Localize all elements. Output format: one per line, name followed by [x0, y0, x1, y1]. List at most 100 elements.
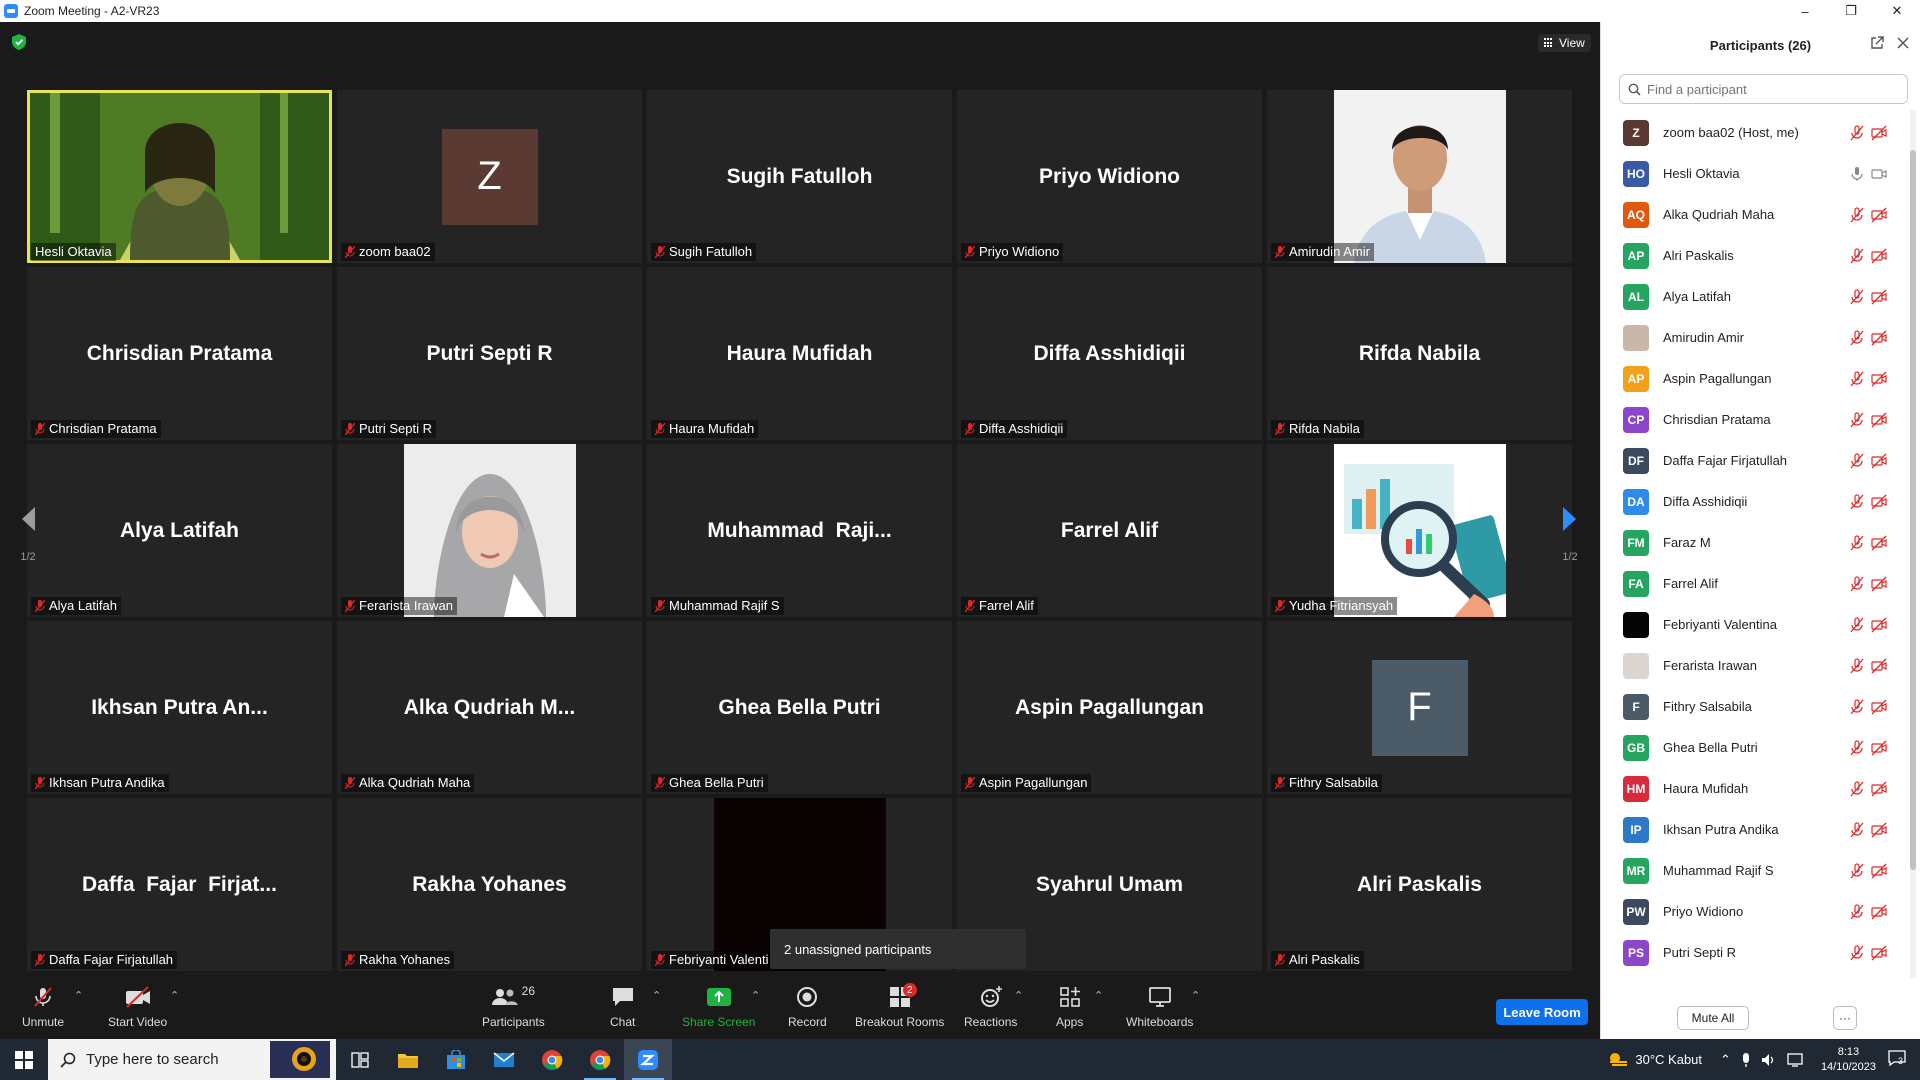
- taskbar-clock[interactable]: 8:13 14/10/2023: [1821, 1045, 1876, 1075]
- reactions-options-caret[interactable]: ⌃: [1014, 989, 1023, 1002]
- zoom-taskbar-button[interactable]: [624, 1039, 672, 1080]
- video-tile[interactable]: Ikhsan Putra An... Ikhsan Putra Andika: [27, 621, 332, 794]
- leave-room-button[interactable]: Leave Room: [1496, 999, 1588, 1025]
- security-shield-icon[interactable]: [12, 34, 26, 50]
- muted-mic-icon[interactable]: [1849, 617, 1865, 633]
- minimize-button[interactable]: –: [1782, 0, 1828, 22]
- microphone-tray-icon[interactable]: [1741, 1052, 1751, 1068]
- video-tile[interactable]: Sugih Fatulloh Sugih Fatulloh: [647, 90, 952, 263]
- video-off-icon[interactable]: [1871, 453, 1887, 469]
- video-options-caret[interactable]: ⌃: [170, 989, 179, 1002]
- taskbar-search-box[interactable]: Type here to search: [48, 1039, 336, 1080]
- record-button[interactable]: Record: [788, 985, 827, 1029]
- video-tile[interactable]: Zzoom baa02: [337, 90, 642, 263]
- muted-mic-icon[interactable]: [1849, 576, 1865, 592]
- video-tile[interactable]: Priyo Widiono Priyo Widiono: [957, 90, 1262, 263]
- muted-mic-icon[interactable]: [1849, 494, 1865, 510]
- participant-list-item[interactable]: AL Alya Latifah: [1601, 276, 1906, 317]
- more-options-button[interactable]: ···: [1833, 1006, 1857, 1030]
- video-off-icon[interactable]: [1871, 822, 1887, 838]
- prev-page-button[interactable]: 1/2: [8, 488, 48, 580]
- weather-text[interactable]: 30°C Kabut: [1635, 1052, 1702, 1067]
- video-off-icon[interactable]: [1871, 617, 1887, 633]
- participant-search-box[interactable]: [1619, 74, 1908, 104]
- store-button[interactable]: [432, 1039, 480, 1080]
- participant-search-input[interactable]: [1647, 81, 1897, 97]
- video-tile[interactable]: Ferarista Irawan: [337, 444, 642, 617]
- video-off-icon[interactable]: [1871, 699, 1887, 715]
- participant-list-item[interactable]: Amirudin Amir: [1601, 317, 1906, 358]
- video-off-icon[interactable]: [1871, 740, 1887, 756]
- participant-list-item[interactable]: PS Putri Septi R: [1601, 932, 1906, 973]
- video-off-icon[interactable]: [1871, 289, 1887, 305]
- video-off-icon[interactable]: [1871, 125, 1887, 141]
- muted-mic-icon[interactable]: [1849, 371, 1865, 387]
- video-tile[interactable]: Hesli Oktavia: [27, 90, 332, 263]
- video-tile[interactable]: Putri Septi R Putri Septi R: [337, 267, 642, 440]
- video-off-icon[interactable]: [1871, 412, 1887, 428]
- video-tile[interactable]: Daffa Fajar Firjat... Daffa Fajar Firjatu…: [27, 798, 332, 971]
- video-tile[interactable]: Diffa Asshidiqii Diffa Asshidiqii: [957, 267, 1262, 440]
- notifications-button[interactable]: 3: [1888, 1050, 1906, 1069]
- muted-mic-icon[interactable]: [1849, 904, 1865, 920]
- participant-list-item[interactable]: AQ Alka Qudriah Maha: [1601, 194, 1906, 235]
- muted-mic-icon[interactable]: [1849, 740, 1865, 756]
- video-off-icon[interactable]: [1871, 248, 1887, 264]
- participant-list-item[interactable]: CP Chrisdian Pratama: [1601, 399, 1906, 440]
- mail-button[interactable]: [480, 1039, 528, 1080]
- participant-list-scrollbar[interactable]: [1910, 110, 1916, 978]
- video-off-icon[interactable]: [1871, 945, 1887, 961]
- start-button[interactable]: [0, 1039, 48, 1080]
- video-tile[interactable]: Amirudin Amir: [1267, 90, 1572, 263]
- reactions-button[interactable]: Reactions: [964, 985, 1017, 1029]
- participant-list-item[interactable]: FM Faraz M: [1601, 522, 1906, 563]
- view-button[interactable]: View: [1538, 34, 1591, 52]
- muted-mic-icon[interactable]: [1849, 125, 1865, 141]
- video-off-icon[interactable]: [1871, 781, 1887, 797]
- video-off-icon[interactable]: [1871, 863, 1887, 879]
- participant-list-item[interactable]: MR Muhammad Rajif S: [1601, 850, 1906, 891]
- network-icon[interactable]: [1787, 1052, 1805, 1068]
- next-page-button[interactable]: 1/2: [1550, 488, 1590, 580]
- mute-all-button[interactable]: Mute All: [1677, 1006, 1749, 1030]
- whiteboards-button[interactable]: Whiteboards: [1126, 985, 1193, 1029]
- apps-button[interactable]: Apps: [1056, 985, 1083, 1029]
- show-hidden-icons[interactable]: ⌃: [1720, 1052, 1731, 1068]
- participant-list-item[interactable]: HM Haura Mufidah: [1601, 768, 1906, 809]
- participant-list-item[interactable]: DF Daffa Fajar Firjatullah: [1601, 440, 1906, 481]
- video-icon[interactable]: [1871, 166, 1887, 182]
- scrollbar-thumb[interactable]: [1910, 150, 1916, 870]
- restore-button[interactable]: ❐: [1828, 0, 1874, 22]
- participant-list-item[interactable]: GB Ghea Bella Putri: [1601, 727, 1906, 768]
- breakout-rooms-button[interactable]: 2 Breakout Rooms: [855, 983, 944, 1029]
- pop-out-icon[interactable]: [1870, 36, 1884, 50]
- participants-button[interactable]: 26 Participants: [482, 984, 545, 1029]
- volume-icon[interactable]: [1761, 1052, 1777, 1068]
- video-tile[interactable]: Muhammad Raji... Muhammad Rajif S: [647, 444, 952, 617]
- muted-mic-icon[interactable]: [1849, 248, 1865, 264]
- video-tile[interactable]: F Fithry Salsabila: [1267, 621, 1572, 794]
- video-tile[interactable]: Ghea Bella Putri Ghea Bella Putri: [647, 621, 952, 794]
- muted-mic-icon[interactable]: [1849, 863, 1865, 879]
- video-off-icon[interactable]: [1871, 535, 1887, 551]
- participant-list-item[interactable]: AP Alri Paskalis: [1601, 235, 1906, 276]
- video-tile[interactable]: Alri Paskalis Alri Paskalis: [1267, 798, 1572, 971]
- video-tile[interactable]: Aspin Pagallungan Aspin Pagallungan: [957, 621, 1262, 794]
- close-panel-icon[interactable]: [1896, 36, 1910, 50]
- muted-mic-icon[interactable]: [1849, 699, 1865, 715]
- participant-list-item[interactable]: FA Farrel Alif: [1601, 563, 1906, 604]
- share-options-caret[interactable]: ⌃: [751, 989, 760, 1002]
- muted-mic-icon[interactable]: [1849, 781, 1865, 797]
- muted-mic-icon[interactable]: [1849, 535, 1865, 551]
- video-tile[interactable]: Alka Qudriah M... Alka Qudriah Maha: [337, 621, 642, 794]
- video-off-icon[interactable]: [1871, 576, 1887, 592]
- video-tile[interactable]: Farrel Alif Farrel Alif: [957, 444, 1262, 617]
- chrome-profile-button[interactable]: [576, 1039, 624, 1080]
- mic-icon[interactable]: [1849, 166, 1865, 182]
- muted-mic-icon[interactable]: [1849, 658, 1865, 674]
- muted-mic-icon[interactable]: [1849, 207, 1865, 223]
- muted-mic-icon[interactable]: [1849, 822, 1865, 838]
- muted-mic-icon[interactable]: [1849, 289, 1865, 305]
- participant-list-item[interactable]: Febriyanti Valentina: [1601, 604, 1906, 645]
- unmute-button[interactable]: Unmute: [22, 985, 64, 1029]
